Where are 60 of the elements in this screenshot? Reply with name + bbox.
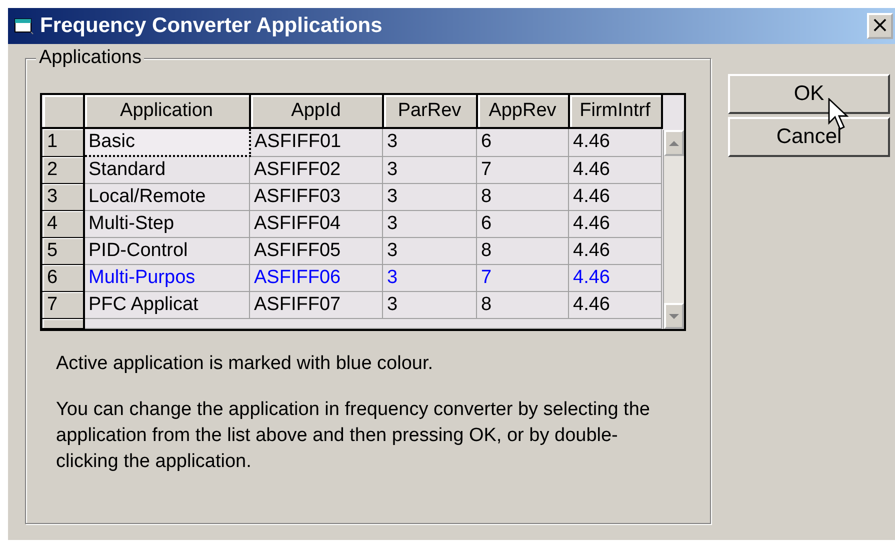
scroll-down-button[interactable]	[664, 303, 684, 329]
table-cell[interactable]: Standard	[84, 156, 250, 184]
table-cell[interactable]: 3	[382, 292, 476, 318]
table-cell[interactable]: Local/Remote	[84, 184, 250, 210]
table-cell[interactable]: 7	[476, 156, 568, 184]
table-cell[interactable]: 3	[382, 128, 476, 156]
table-cell[interactable]: Multi-Step	[84, 210, 250, 238]
table-cell[interactable]: 4.46	[568, 292, 662, 318]
row-header[interactable]: 5	[42, 238, 84, 264]
column-header[interactable]: ParRev	[382, 95, 476, 128]
group-title: Applications	[36, 47, 144, 69]
cancel-button[interactable]: Cancel	[728, 117, 890, 157]
scroll-up-button[interactable]	[664, 130, 684, 156]
info-text: You can change the application in frequency converter by selecting the application from the list above and then pressing OK, or by double-clicking the application.	[56, 398, 651, 474]
table-cell[interactable]: ASFIFF03	[250, 184, 382, 210]
table-cell[interactable]: PFC Applicat	[84, 292, 250, 318]
down-arrow-icon	[668, 312, 680, 320]
table-cell[interactable]: 6	[476, 210, 568, 238]
table-cell[interactable]: 3	[382, 264, 476, 292]
window-icon	[14, 17, 34, 35]
table-cell[interactable]: 3	[382, 238, 476, 264]
row-header[interactable]: 7	[42, 292, 84, 318]
table-cell[interactable]: ASFIFF05	[250, 238, 382, 264]
ok-button[interactable]: OK	[728, 74, 890, 114]
column-header[interactable]: AppId	[250, 95, 382, 128]
table-cell[interactable]: PID-Control	[84, 238, 250, 264]
close-button[interactable]: ×	[867, 13, 893, 39]
table-cell[interactable]: 7	[476, 264, 568, 292]
up-arrow-icon	[668, 140, 680, 146]
table-cell[interactable]: 3	[382, 210, 476, 238]
row-header[interactable]: 4	[42, 210, 84, 238]
table-cell[interactable]: ASFIFF04	[250, 210, 382, 238]
table-cell[interactable]: 4.46	[568, 264, 662, 292]
table-cell[interactable]: 8	[476, 184, 568, 210]
window-title: Frequency Converter Applications	[40, 14, 384, 38]
table-cell[interactable]: ASFIFF07	[250, 292, 382, 318]
row-header[interactable]: 6	[42, 264, 84, 292]
table-cell[interactable]: 3	[382, 156, 476, 184]
table-cell[interactable]: ASFIFF06	[250, 264, 382, 292]
table-cell[interactable]: 3	[382, 184, 476, 210]
row-header[interactable]: 1	[42, 128, 84, 156]
column-header[interactable]: Application	[84, 95, 250, 128]
table-cell[interactable]: 4.46	[568, 238, 662, 264]
table-cell[interactable]: ASFIFF01	[250, 128, 382, 156]
info-text: Active application is marked with blue colour.	[56, 352, 434, 376]
column-header[interactable]: AppRev	[476, 95, 568, 128]
table-cell[interactable]: 4.46	[568, 128, 662, 156]
table-cell[interactable]: ASFIFF02	[250, 156, 382, 184]
column-header[interactable]: FirmIntrf	[568, 95, 662, 128]
table-cell[interactable]: 4.46	[568, 156, 662, 184]
table-cell[interactable]: 6	[476, 128, 568, 156]
table-cell[interactable]: Multi-Purpos	[84, 264, 250, 292]
scroll-bar[interactable]	[662, 130, 684, 329]
table-cell[interactable]: Basic	[84, 128, 250, 156]
row-header[interactable]: 3	[42, 184, 84, 210]
row-header[interactable]: 2	[42, 156, 84, 184]
table-cell[interactable]: 4.46	[568, 184, 662, 210]
table-cell[interactable]: 8	[476, 238, 568, 264]
table-cell[interactable]: 8	[476, 292, 568, 318]
table-cell[interactable]: 4.46	[568, 210, 662, 238]
